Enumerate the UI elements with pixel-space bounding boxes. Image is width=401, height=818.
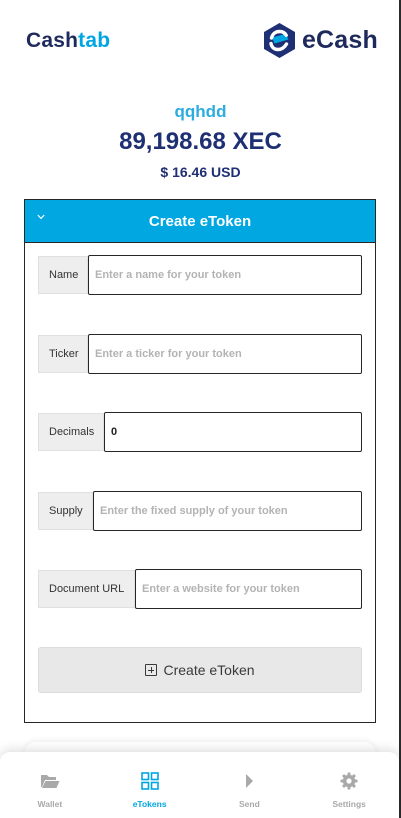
create-etoken-panel-header[interactable]: Create eToken: [25, 200, 375, 243]
name-field: Name: [38, 255, 362, 295]
nav-etokens[interactable]: eTokens: [100, 752, 200, 818]
bottom-nav: Wallet eTokens Send Settings: [0, 752, 399, 818]
nav-send-label: Send: [238, 799, 260, 809]
panel-title: Create eToken: [148, 213, 252, 230]
ticker-field: Ticker: [38, 334, 362, 374]
nav-settings-label: Settings: [332, 799, 366, 809]
create-etoken-button-label: Create eToken: [163, 662, 255, 678]
ecash-logo-icon: [263, 23, 295, 58]
create-etoken-button[interactable]: Create eToken: [38, 647, 362, 693]
balance-xec: 89,198.68 XEC: [119, 128, 282, 155]
decimals-field: Decimals: [38, 412, 362, 452]
nav-wallet-label: Wallet: [37, 799, 63, 809]
ecash-logo: eCash: [262, 22, 378, 59]
decimals-label: Decimals: [38, 413, 104, 451]
supply-label: Supply: [38, 492, 93, 530]
gear-icon: [340, 772, 358, 790]
ticker-label: Ticker: [38, 335, 88, 373]
appstore-icon: [140, 772, 159, 790]
document-url-input[interactable]: [135, 569, 362, 609]
nav-settings[interactable]: Settings: [299, 752, 399, 818]
decimals-input[interactable]: [104, 412, 362, 452]
name-label: Name: [38, 256, 88, 294]
balance-usd: $ 16.46 USD: [160, 164, 241, 180]
document-url-field: Document URL: [38, 569, 362, 609]
supply-input[interactable]: [93, 491, 362, 531]
supply-field: Supply: [38, 491, 362, 531]
caret-right-icon: [244, 772, 254, 790]
nav-wallet[interactable]: Wallet: [0, 752, 100, 818]
folder-open-icon: [40, 772, 60, 790]
app-header: Cashtab eCash: [26, 18, 378, 64]
nav-send[interactable]: Send: [200, 752, 300, 818]
wallet-name: qqhdd: [174, 102, 227, 121]
name-input[interactable]: [88, 255, 362, 295]
nav-etokens-label: eTokens: [132, 799, 167, 809]
ticker-input[interactable]: [88, 334, 362, 374]
cashtab-logo: Cashtab: [26, 29, 111, 52]
plus-square-icon: [145, 664, 158, 676]
create-etoken-panel: Create eToken Name Ticker Decimals Suppl…: [24, 199, 376, 723]
document-url-label: Document URL: [38, 570, 135, 608]
